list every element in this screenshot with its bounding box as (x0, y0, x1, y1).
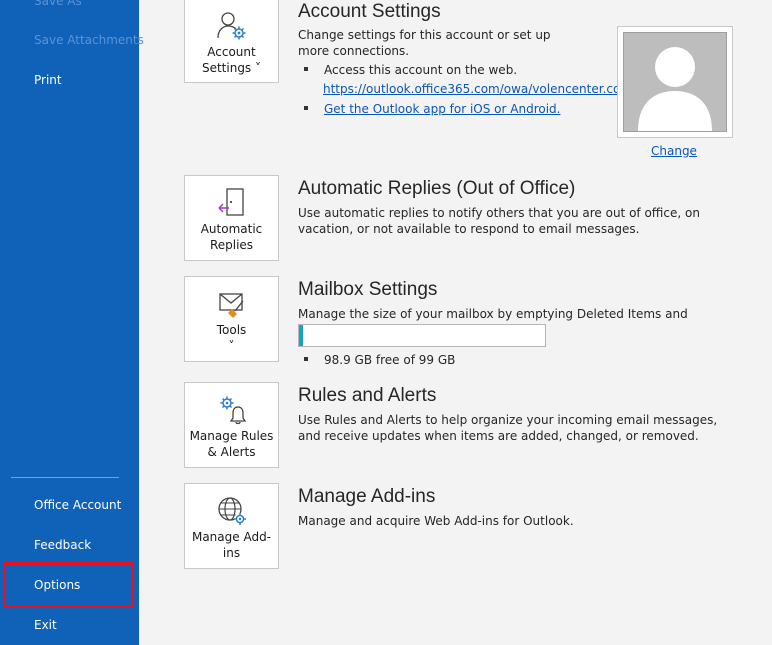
account-settings-label-2: Settings ˅ (201, 61, 262, 75)
automatic-replies-label-2: Replies (209, 238, 254, 252)
manage-addins-label-1: Manage Add- (191, 530, 272, 544)
account-web-text: Access this account on the web. (324, 63, 518, 77)
rules-alerts-description: Use Rules and Alerts to help organize yo… (298, 413, 718, 443)
mailbox-usage-fill (299, 325, 303, 346)
sidebar-divider (11, 477, 119, 478)
sidebar-item-save-attachments[interactable]: Save Attachments (34, 32, 144, 48)
owa-link-row: https://outlook.office365.com/owa/volenc… (323, 81, 636, 97)
tools-label-2: ˅ (228, 339, 235, 353)
bullet-dot (304, 356, 308, 361)
manage-addins-button[interactable]: Manage Add- ins (184, 483, 279, 569)
rules-alerts-title: Rules and Alerts (298, 385, 437, 406)
mailbox-usage-row: 98.9 GB free of 99 GB (304, 352, 455, 368)
mailbox-usage-bar (298, 324, 546, 347)
outlook-app-bullet: Get the Outlook app for iOS or Android. (304, 101, 560, 117)
owa-link[interactable]: https://outlook.office365.com/owa/volenc… (323, 82, 636, 96)
manage-addins-label-2: ins (222, 546, 241, 560)
automatic-replies-description: Use automatic replies to notify others t… (298, 206, 700, 236)
backstage-main: Account Settings ˅ Account Settings Chan… (139, 0, 772, 645)
change-photo-link[interactable]: Change (651, 144, 697, 158)
account-settings-title: Account Settings (298, 1, 441, 22)
bullet-dot (304, 66, 308, 71)
avatar-placeholder (623, 32, 727, 132)
manage-rules-label-2: & Alerts (207, 445, 256, 459)
sidebar-item-save-as[interactable]: Save As (34, 0, 82, 9)
sidebar-item-print[interactable]: Print (34, 72, 62, 88)
account-web-bullet: Access this account on the web. (304, 62, 517, 78)
backstage-sidebar: Save As Save Attachments Print Office Ac… (0, 0, 144, 645)
globe-gear-icon (217, 497, 246, 525)
automatic-replies-button[interactable]: Automatic Replies (184, 175, 279, 261)
person-silhouette-icon (638, 47, 712, 131)
mailbox-usage-text: 98.9 GB free of 99 GB (324, 353, 456, 367)
door-arrow-icon (218, 188, 244, 216)
mail-broom-icon (218, 293, 244, 318)
sidebar-item-exit[interactable]: Exit (34, 617, 57, 633)
automatic-replies-title: Automatic Replies (Out of Office) (298, 178, 576, 199)
gear-bell-icon (220, 396, 246, 425)
outlook-backstage: Save As Save Attachments Print Office Ac… (0, 0, 772, 645)
account-gear-icon (216, 12, 245, 40)
manage-rules-alerts-button[interactable]: Manage Rules & Alerts (184, 382, 279, 468)
sidebar-item-office-account[interactable]: Office Account (34, 497, 121, 513)
account-settings-description: Change settings for this account or set … (298, 28, 551, 58)
outlook-app-link[interactable]: Get the Outlook app for iOS or Android. (324, 102, 560, 116)
account-avatar[interactable] (617, 26, 733, 138)
manage-rules-label-1: Manage Rules (189, 429, 274, 443)
tools-button[interactable]: Tools ˅ (184, 276, 279, 362)
options-highlight-box (3, 562, 134, 608)
sidebar-item-feedback[interactable]: Feedback (34, 537, 91, 553)
manage-addins-title: Manage Add-ins (298, 486, 436, 507)
bullet-dot (304, 105, 308, 110)
automatic-replies-label-1: Automatic (200, 222, 263, 236)
account-settings-button[interactable]: Account Settings ˅ (184, 0, 279, 83)
manage-addins-description: Manage and acquire Web Add-ins for Outlo… (298, 514, 574, 528)
mailbox-settings-title: Mailbox Settings (298, 279, 438, 300)
account-settings-label-1: Account (207, 45, 256, 59)
tools-label-1: Tools (216, 323, 247, 337)
